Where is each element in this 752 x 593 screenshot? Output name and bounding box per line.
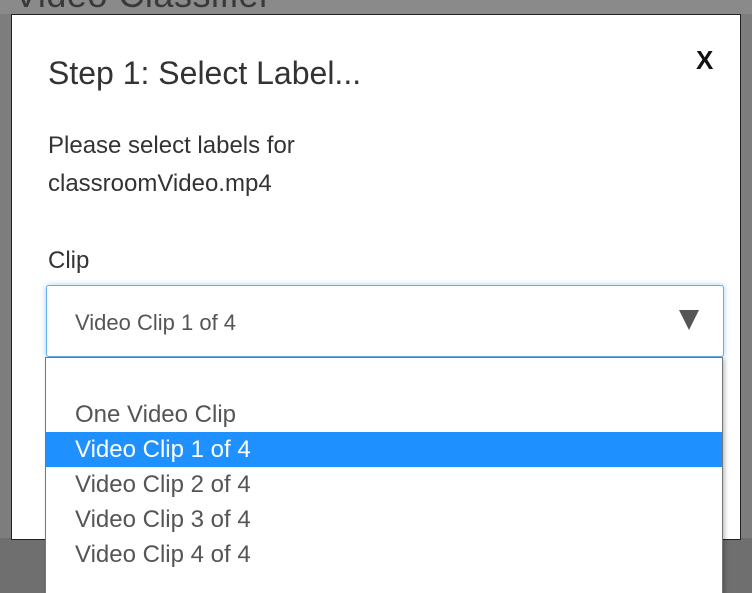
clip-dropdown-list[interactable]: One Video Clip Video Clip 1 of 4 Video C…: [45, 357, 723, 593]
dropdown-option-one-video-clip[interactable]: One Video Clip: [46, 397, 722, 432]
page-backdrop-top: Video Classifier: [0, 0, 752, 15]
clip-select[interactable]: Video Clip 1 of 4: [46, 285, 724, 357]
clip-select-value: Video Clip 1 of 4: [75, 310, 237, 335]
dropdown-option-clip-4-of-4[interactable]: Video Clip 4 of 4: [46, 537, 722, 572]
dropdown-option-clip-1-of-4[interactable]: Video Clip 1 of 4: [46, 432, 722, 467]
clip-field-label: Clip: [48, 247, 90, 274]
dialog-description: Please select labels for classroomVideo.…: [48, 132, 295, 197]
close-button[interactable]: X: [696, 47, 713, 73]
dropdown-option-clip-2-of-4[interactable]: Video Clip 2 of 4: [46, 467, 722, 502]
caret-down-icon: [679, 310, 699, 330]
dialog-title: Step 1: Select Label...: [48, 55, 362, 91]
dropdown-option-clip-3-of-4[interactable]: Video Clip 3 of 4: [46, 502, 722, 537]
